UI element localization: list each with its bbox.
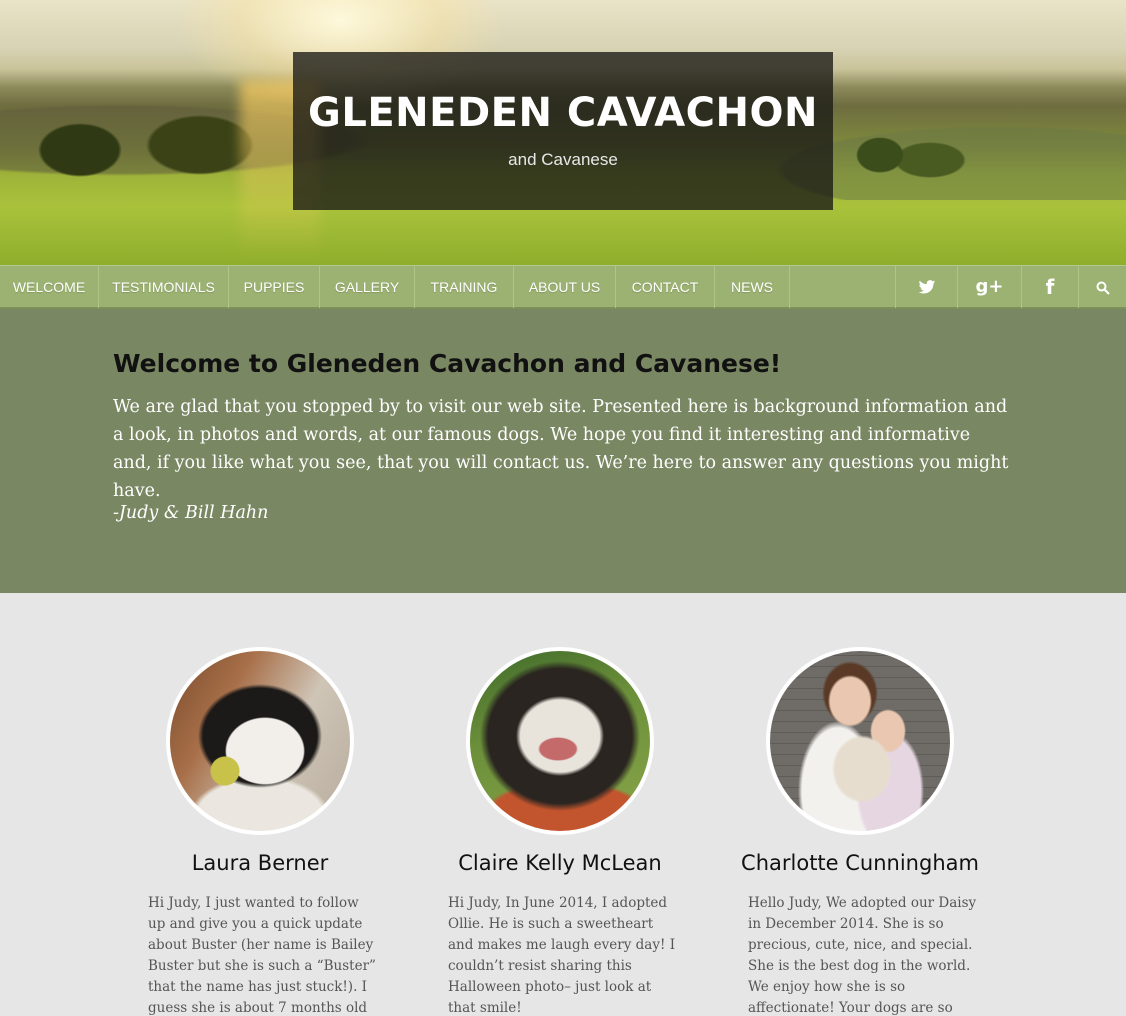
avatar: [466, 647, 654, 835]
welcome-body: We are glad that you stopped by to visit…: [113, 397, 1009, 501]
search-icon-svg: [1096, 281, 1110, 295]
testimonial-name: Charlotte Cunningham: [741, 851, 979, 875]
search-icon[interactable]: [1078, 266, 1126, 308]
avatar: [166, 647, 354, 835]
site-subtitle: and Cavanese: [508, 150, 618, 169]
nav-item-contact[interactable]: CONTACT: [616, 266, 715, 308]
welcome-section: Welcome to Gleneden Cavachon and Cavanes…: [0, 309, 1126, 593]
twitter-icon[interactable]: [895, 266, 957, 308]
nav-item-training[interactable]: TRAINING: [415, 266, 514, 308]
welcome-heading: Welcome to Gleneden Cavachon and Cavanes…: [113, 349, 782, 378]
nav-item-news[interactable]: NEWS: [715, 266, 790, 308]
nav-item-testimonials[interactable]: TESTIMONIALS: [99, 266, 229, 308]
facebook-icon[interactable]: f: [1021, 266, 1078, 308]
testimonial-text: Hi Judy, In June 2014, I adopted Ollie. …: [448, 895, 676, 1016]
testimonial-text: Hi Judy, I just wanted to follow up and …: [148, 895, 376, 1016]
site-title-box: GLENEDEN CAVACHON and Cavanese: [293, 52, 833, 210]
nav-item-puppies[interactable]: PUPPIES: [229, 266, 320, 308]
testimonial-name: Claire Kelly McLean: [458, 851, 662, 875]
google-plus-icon[interactable]: g+: [957, 266, 1021, 308]
welcome-signature: -Judy & Bill Hahn: [113, 503, 269, 523]
nav-item-welcome[interactable]: WELCOME: [0, 266, 99, 308]
testimonial-text: Hello Judy, We adopted our Daisy in Dece…: [748, 895, 977, 1016]
site-title[interactable]: GLENEDEN CAVACHON: [293, 90, 833, 136]
avatar: [766, 647, 954, 835]
nav-item-about-us[interactable]: ABOUT US: [514, 266, 616, 308]
hero-banner: GLENEDEN CAVACHON and Cavanese: [0, 0, 1126, 265]
nav-item-gallery[interactable]: GALLERY: [320, 266, 415, 308]
twitter-icon-svg: [918, 280, 935, 294]
testimonial-name: Laura Berner: [191, 851, 329, 875]
main-nav: WELCOME TESTIMONIALS PUPPIES GALLERY TRA…: [0, 265, 1126, 309]
